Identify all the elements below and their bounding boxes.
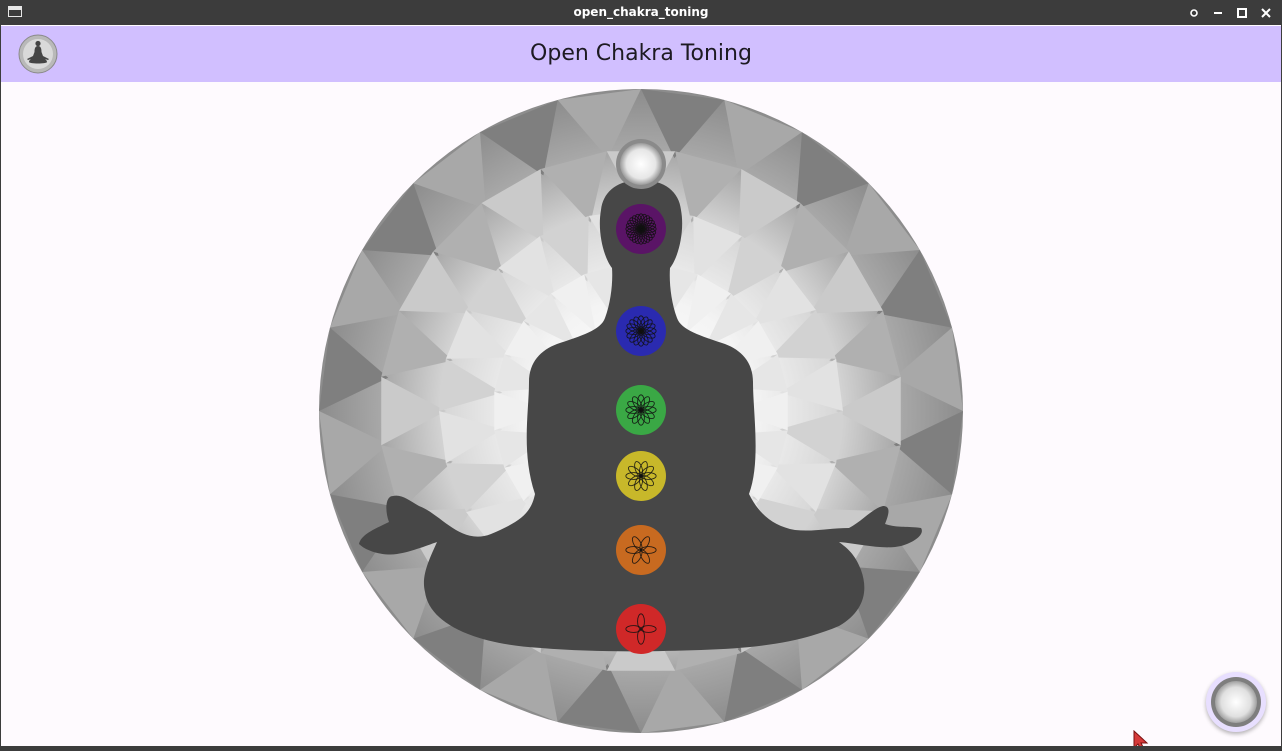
main-content <box>1 82 1281 746</box>
close-icon[interactable] <box>1258 5 1274 21</box>
window-title: open_chakra_toning <box>573 5 709 19</box>
window-titlebar: open_chakra_toning <box>0 0 1282 25</box>
crown-aura-button[interactable] <box>1206 672 1266 732</box>
minimize-icon[interactable] <box>1210 5 1226 21</box>
app-bar: Open Chakra Toning <box>1 26 1281 82</box>
chakra-crown[interactable] <box>616 204 666 254</box>
window-border-bottom <box>0 746 1282 751</box>
maximize-icon[interactable] <box>1234 5 1250 21</box>
chakra-third-eye[interactable] <box>616 306 666 356</box>
chakra-solar-plexus[interactable] <box>616 451 666 501</box>
page-title: Open Chakra Toning <box>530 41 752 66</box>
chakra-mandala <box>319 89 963 733</box>
chakra-root[interactable] <box>616 604 666 654</box>
crown-aura-icon <box>1211 677 1261 727</box>
chakra-sacral[interactable] <box>616 525 666 575</box>
pin-icon[interactable] <box>1186 5 1202 21</box>
chakra-crown-aura[interactable] <box>616 139 666 189</box>
chakra-heart[interactable] <box>616 385 666 435</box>
